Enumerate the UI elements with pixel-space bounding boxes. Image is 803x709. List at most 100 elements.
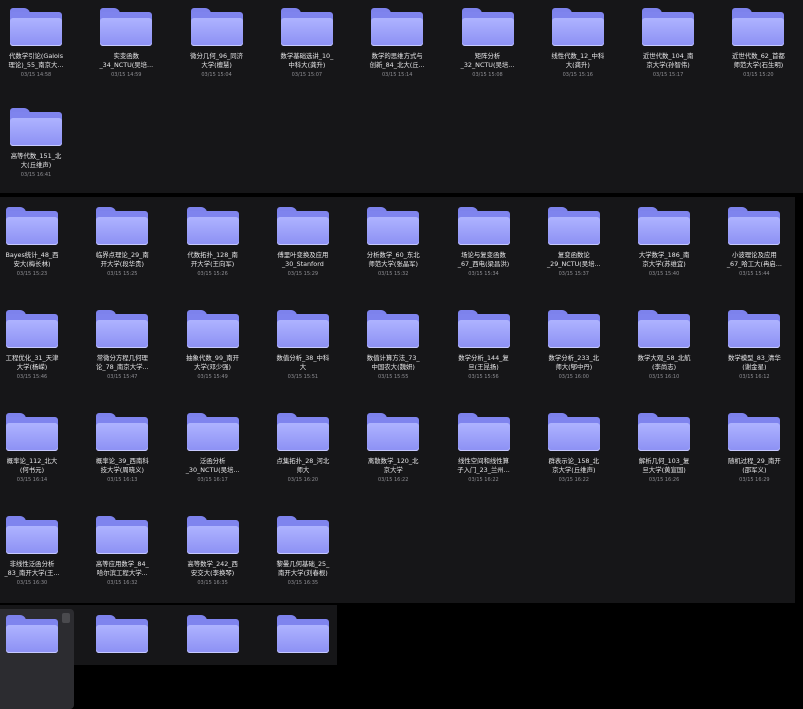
folder-item[interactable]: 抽象代数_99_南开 大学(邓少强) 03/15 15:49	[171, 304, 255, 404]
folder-item[interactable]: 数学模型_83_清华 (谢金星) 03/15 16:12	[712, 304, 796, 404]
folder-item[interactable]: 数学分析_144_复 旦(王昆扬) 03/15 15:56	[442, 304, 526, 404]
folder-icon	[638, 310, 691, 348]
folder-item[interactable]: 近世代数_62_首都 师范大学(石生明) 03/15 15:20	[716, 2, 800, 102]
folder-icon	[276, 207, 329, 245]
folder-item[interactable]: 非线性泛函分析 _83_南开大学(王... 03/15 16:30	[0, 510, 74, 610]
folder-item[interactable]: 复变函数论 _29_NCTU(吴培... 03/15 15:37	[532, 201, 616, 301]
folder-item[interactable]	[0, 609, 74, 709]
folder-date: 03/15 15:40	[648, 271, 680, 277]
folder-item[interactable]	[261, 609, 345, 709]
folder-item[interactable]: 近世代数_104_南 京大学(孙智伟) 03/15 15:17	[626, 2, 710, 102]
folder-item[interactable]: 小波理论及应用 _67_哈工大(冉启... 03/15 15:44	[712, 201, 796, 301]
folder-icon	[6, 615, 58, 653]
folder-icon	[6, 413, 58, 451]
folder-item[interactable]: 工程优化_31_天津 大学(杨嵘) 03/15 15:46	[0, 304, 74, 404]
folder-date: 03/15 15:56	[468, 374, 499, 380]
folder-item[interactable]	[80, 609, 164, 709]
folder-item[interactable]: 高等代数_151_北 大(丘维声) 03/15 16:41	[0, 102, 78, 202]
folder-item[interactable]: 随机过程_29_南开 (邵军义) 03/15 16:29	[712, 407, 796, 507]
folder-date: 03/15 16:30	[16, 580, 48, 586]
folder-date: 03/15 15:32	[377, 271, 409, 277]
folder-name: 常微分方程几何理 论_78_南京大学...	[96, 354, 149, 371]
folder-item[interactable]: 代数拓扑_128_南 开大学(王向军) 03/15 15:26	[171, 201, 255, 301]
folder-icon	[6, 207, 58, 245]
folder-icon	[276, 516, 329, 554]
folder-item[interactable]: 点集拓扑_28_河北 师大 03/15 16:20	[261, 407, 345, 507]
folder-date: 03/15 15:37	[558, 271, 589, 277]
folder-date: 03/15 16:26	[648, 477, 680, 483]
folder-item[interactable]: 黎曼几何基础_25_ 南开大学(刘春根) 03/15 16:35	[261, 510, 345, 610]
folder-item[interactable]: 泛函分析 _30_NCTU(吴培... 03/15 16:17	[171, 407, 255, 507]
folder-date: 03/15 15:07	[291, 72, 323, 78]
folder-item[interactable]: 数学大观_58_北航 (李尚志) 03/15 16:10	[622, 304, 706, 404]
folder-icon	[10, 108, 62, 146]
folder-icon	[276, 413, 329, 451]
folder-name: 数值分析_38_中科 大	[276, 354, 330, 371]
folder-icon	[638, 413, 691, 451]
folder-date: 03/15 15:25	[107, 271, 138, 277]
folder-name: 泛函分析 _30_NCTU(吴培...	[185, 457, 240, 474]
folder-item[interactable]: 数学的思维方式与 创新_84_北大(丘... 03/15 15:14	[355, 2, 439, 102]
folder-icon	[186, 413, 239, 451]
folder-item[interactable]: 大学数学_186_南 京大学(苏维宜) 03/15 15:40	[622, 201, 706, 301]
folder-item[interactable]: 概率论_39_西南科 技大学(周晓义) 03/15 16:13	[80, 407, 164, 507]
folder-item[interactable]: 傅里叶变换及应用 _30_Stanford 03/15 15:29	[261, 201, 345, 301]
folder-item[interactable]: 解析几何_103_复 旦大学(黄宣国) 03/15 16:26	[622, 407, 706, 507]
folder-name: 代数拓扑_128_南 开大学(王向军)	[187, 251, 238, 268]
folder-date: 03/15 15:46	[16, 374, 48, 380]
folder-item[interactable]: 实变函数 _34_NCTU(吴培... 03/15 14:59	[84, 2, 168, 102]
folder-icon	[186, 207, 239, 245]
folder-date: 03/15 14:58	[20, 72, 52, 78]
folder-name: Bayes统计_48_西 安大(梅长林)	[5, 251, 59, 268]
folder-date: 03/15 16:35	[287, 580, 319, 586]
folder-icon	[6, 516, 58, 554]
folder-item[interactable]: 离散数学_120_北 京大学 03/15 16:22	[351, 407, 435, 507]
folder-date: 03/15 15:20	[743, 72, 774, 78]
folder-icon	[186, 615, 239, 653]
folder-item[interactable]: 数值分析_38_中科 大 03/15 15:51	[261, 304, 345, 404]
folder-item[interactable]: 线性空间和线性算 子入门_23_兰州... 03/15 16:22	[442, 407, 526, 507]
folder-date: 03/15 16:41	[20, 172, 52, 178]
folder-name: 数学分析_233_北 师大(郇中丹)	[548, 354, 600, 371]
folder-item[interactable]: 代数学引论(Galois 理论)_55_南京大... 03/15 14:58	[0, 2, 78, 102]
folder-name: 矩阵分析 _32_NCTU(吴培...	[460, 52, 515, 69]
folder-item[interactable]: 数学基础选讲_10_ 中科大(龚升) 03/15 15:07	[265, 2, 349, 102]
selection-handle	[62, 613, 70, 623]
folder-item[interactable]: Bayes统计_48_西 安大(梅长林) 03/15 15:23	[0, 201, 74, 301]
folder-item[interactable]: 概率论_112_北大 (何书元) 03/15 16:14	[0, 407, 74, 507]
folder-date: 03/15 16:20	[287, 477, 319, 483]
folder-item[interactable]: 高等数学_242_西 安交大(李换琴) 03/15 16:35	[171, 510, 255, 610]
folder-item[interactable]: 数学分析_233_北 师大(郇中丹) 03/15 16:00	[532, 304, 616, 404]
folder-icon	[547, 310, 600, 348]
folder-item[interactable]: 矩阵分析 _32_NCTU(吴培... 03/15 15:08	[446, 2, 530, 102]
folder-name: 实变函数 _34_NCTU(吴培...	[99, 52, 154, 69]
folder-name: 高等应用数学_84_ 哈尔滨工程大学...	[95, 560, 149, 577]
folder-icon	[642, 8, 695, 46]
folder-icon	[276, 615, 329, 653]
folder-item[interactable]: 高等应用数学_84_ 哈尔滨工程大学... 03/15 16:32	[80, 510, 164, 610]
folder-item[interactable]	[171, 609, 255, 709]
folder-item[interactable]: 群表示论_158_北 京大学(丘维声) 03/15 16:22	[532, 407, 616, 507]
folder-name: 复变函数论 _29_NCTU(吴培...	[546, 251, 601, 268]
folder-item[interactable]: 线性代数_12_中科 大(龚升) 03/15 15:16	[536, 2, 620, 102]
folder-item[interactable]: 常微分方程几何理 论_78_南京大学... 03/15 15:47	[80, 304, 164, 404]
folder-name: 数学的思维方式与 创新_84_北大(丘...	[369, 52, 425, 69]
folder-icon	[551, 8, 604, 46]
folder-icon	[371, 8, 424, 46]
folder-item[interactable]: 场论与复变函数 _67_西电(梁昌洪) 03/15 15:34	[442, 201, 526, 301]
folder-icon	[96, 615, 149, 653]
folder-date: 03/15 16:14	[16, 477, 48, 483]
folder-item[interactable]: 数值计算方法_73_ 中国农大(魏妍) 03/15 15:55	[351, 304, 435, 404]
folder-icon	[547, 207, 600, 245]
folder-date: 03/15 15:08	[472, 72, 503, 78]
folder-name: 离散数学_120_北 京大学	[367, 457, 419, 474]
folder-item[interactable]: 微分几何_96_同济 大学(檀慧) 03/15 15:04	[175, 2, 259, 102]
folder-item[interactable]: 临界点理论_29_南 开大学(段华贵) 03/15 15:25	[80, 201, 164, 301]
folder-item[interactable]: 分析数学_60_东北 师范大学(张晶军) 03/15 15:32	[351, 201, 435, 301]
folder-icon	[280, 8, 333, 46]
folder-date: 03/15 15:34	[468, 271, 499, 277]
folder-name: 近世代数_62_首都 师范大学(石生明)	[731, 52, 785, 69]
folder-name: 线性空间和线性算 子入门_23_兰州...	[457, 457, 510, 474]
folder-icon	[728, 413, 781, 451]
folder-name: 线性代数_12_中科 大(龚升)	[551, 52, 605, 69]
